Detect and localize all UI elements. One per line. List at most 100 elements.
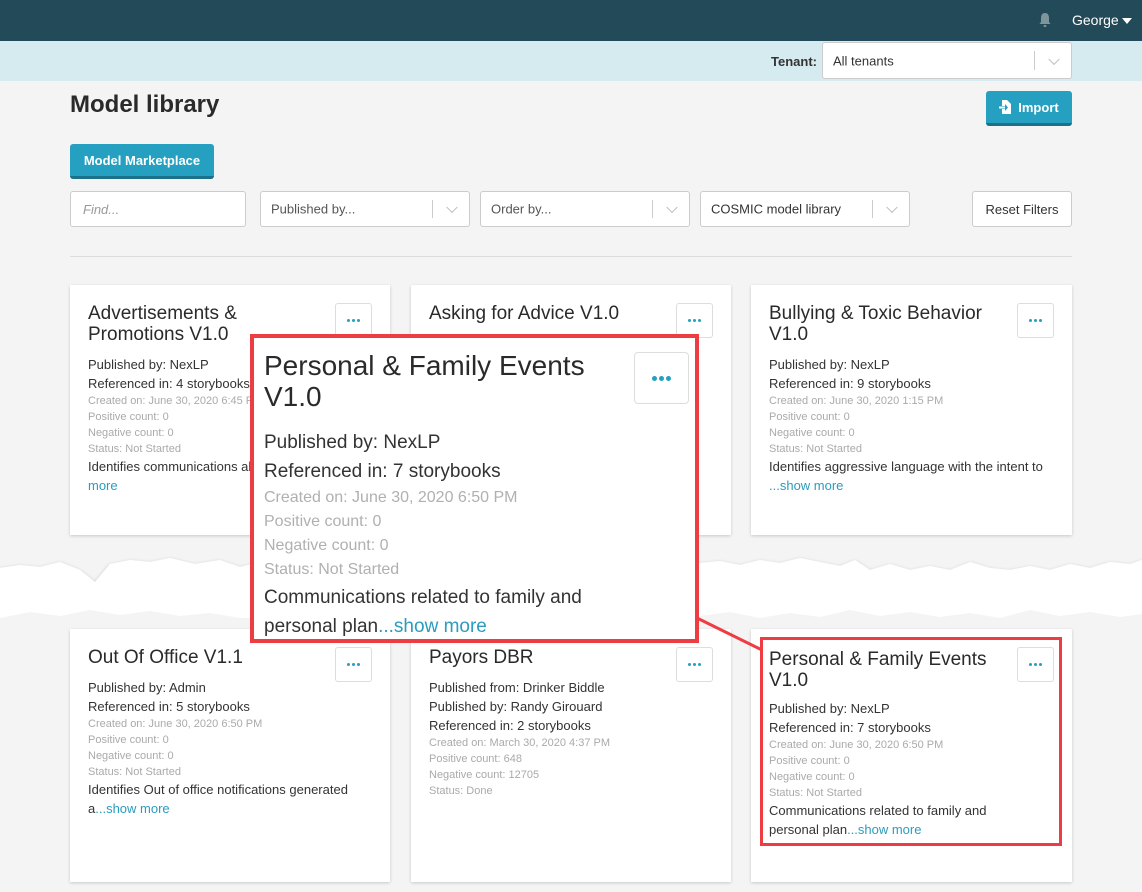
select-separator xyxy=(872,200,873,218)
import-file-icon xyxy=(999,100,1012,114)
reset-filters-label: Reset Filters xyxy=(985,201,1059,217)
library-select[interactable]: COSMIC model library xyxy=(700,191,910,227)
model-card-details: Published by: Admin Referenced in: 5 sto… xyxy=(88,678,378,818)
model-card-title: Out Of Office V1.1 xyxy=(88,647,243,668)
ellipsis-icon xyxy=(652,375,671,381)
tenant-label: Tenant: xyxy=(771,54,817,69)
caret-down-icon xyxy=(1121,18,1132,25)
published-by-value: Published by... xyxy=(271,201,356,217)
chevron-down-icon xyxy=(1048,53,1060,65)
negative-count: Negative count: 12705 xyxy=(429,769,540,781)
published-by: Published by: NexLP xyxy=(769,357,890,372)
more-options-button[interactable] xyxy=(335,303,372,338)
referenced-in: Referenced in: 7 storybooks xyxy=(264,461,501,482)
select-separator xyxy=(652,200,653,218)
more-options-button[interactable] xyxy=(676,647,713,682)
positive-count: Positive count: 0 xyxy=(264,513,382,530)
negative-count: Negative count: 0 xyxy=(769,771,855,783)
status: Status: Not Started xyxy=(769,443,862,455)
negative-count: Negative count: 0 xyxy=(769,427,855,439)
positive-count: Positive count: 0 xyxy=(769,755,850,767)
more-options-button[interactable] xyxy=(676,303,713,338)
chevron-down-icon xyxy=(886,201,898,214)
published-from: Published from: Drinker Biddle xyxy=(429,680,605,695)
ellipsis-icon xyxy=(1029,663,1042,666)
published-by-select[interactable]: Published by... xyxy=(260,191,470,227)
model-card-title: Bullying & Toxic Behavior V1.0 xyxy=(769,303,982,345)
find-input[interactable] xyxy=(70,191,246,227)
callout-details: Published by: NexLP Referenced in: 7 sto… xyxy=(264,428,624,641)
ellipsis-icon xyxy=(347,319,360,322)
ellipsis-icon xyxy=(1029,319,1042,322)
model-marketplace-button[interactable]: Model Marketplace xyxy=(70,144,214,179)
bell-icon[interactable] xyxy=(1038,12,1052,28)
more-options-button[interactable] xyxy=(634,352,689,404)
model-card[interactable]: Out Of Office V1.1 Published by: Admin R… xyxy=(70,629,390,882)
model-card-details: Published by: NexLP Referenced in: 7 sto… xyxy=(769,699,1059,839)
status: Status: Not Started xyxy=(88,766,181,778)
model-card-title: Personal & Family Events V1.0 xyxy=(769,649,987,691)
more-options-button[interactable] xyxy=(335,647,372,682)
callout-title: Personal & Family Events V1.0 xyxy=(264,350,585,412)
model-card[interactable]: Bullying & Toxic Behavior V1.0 Published… xyxy=(751,285,1072,535)
model-card-details: Published from: Drinker Biddle Published… xyxy=(429,678,719,799)
referenced-in: Referenced in: 7 storybooks xyxy=(769,720,931,735)
created-on: Created on: June 30, 2020 6:50 PM xyxy=(264,489,518,506)
status: Status: Not Started xyxy=(264,561,400,578)
select-separator xyxy=(432,200,433,218)
published-by: Published by: Admin xyxy=(88,680,206,695)
import-button[interactable]: Import xyxy=(986,91,1072,126)
ellipsis-icon xyxy=(688,319,701,322)
magnified-callout: Personal & Family Events V1.0 Published … xyxy=(250,334,699,643)
negative-count: Negative count: 0 xyxy=(88,750,174,762)
published-by: Published by: NexLP xyxy=(769,701,890,716)
model-card[interactable]: Personal & Family Events V1.0 Published … xyxy=(751,629,1072,882)
model-card-details: Published by: NexLP Referenced in: 9 sto… xyxy=(769,355,1059,495)
description: Communications related to family and per… xyxy=(264,587,582,637)
ellipsis-icon xyxy=(347,663,360,666)
order-by-select[interactable]: Order by... xyxy=(480,191,690,227)
model-marketplace-label: Model Marketplace xyxy=(83,152,201,168)
library-value: COSMIC model library xyxy=(711,201,842,217)
tenant-select[interactable]: All tenants xyxy=(822,42,1072,79)
show-more-link[interactable]: ...show more xyxy=(378,616,487,637)
divider xyxy=(70,256,1072,257)
import-label: Import xyxy=(1018,99,1059,115)
created-on: Created on: March 30, 2020 4:37 PM xyxy=(429,737,610,749)
positive-count: Positive count: 0 xyxy=(88,734,169,746)
reset-filters-button[interactable]: Reset Filters xyxy=(972,191,1072,227)
description: Communications related to family and per… xyxy=(769,803,987,837)
top-navigation-bar: George xyxy=(0,0,1142,41)
order-by-value: Order by... xyxy=(491,201,552,217)
model-card-title: Asking for Advice V1.0 xyxy=(429,303,620,324)
created-on: Created on: June 30, 2020 1:15 PM xyxy=(769,395,944,407)
show-more-link[interactable]: ...show more xyxy=(769,478,843,493)
referenced-in: Referenced in: 5 storybooks xyxy=(88,699,250,714)
description: Identifies Out of office notifications g… xyxy=(88,782,348,816)
select-separator xyxy=(1034,51,1035,70)
chevron-down-icon xyxy=(666,201,678,214)
show-more-link[interactable]: ...show more xyxy=(847,822,921,837)
model-card-title: Payors DBR xyxy=(429,647,534,668)
user-name: George xyxy=(1072,12,1119,28)
referenced-in: Referenced in: 9 storybooks xyxy=(769,376,931,391)
tenant-select-value: All tenants xyxy=(833,53,894,68)
status: Status: Not Started xyxy=(769,787,862,799)
positive-count: Positive count: 648 xyxy=(429,753,522,765)
published-by: Published by: NexLP xyxy=(264,432,441,453)
user-menu[interactable]: George xyxy=(1072,12,1132,28)
tenant-bar: Tenant: All tenants xyxy=(0,41,1142,81)
more-options-button[interactable] xyxy=(1017,647,1054,682)
created-on: Created on: June 30, 2020 6:50 PM xyxy=(88,718,263,730)
status: Status: Done xyxy=(429,785,493,797)
ellipsis-icon xyxy=(688,663,701,666)
published-by: Published by: Randy Girouard xyxy=(429,699,603,714)
created-on: Created on: June 30, 2020 6:50 PM xyxy=(769,739,944,751)
more-options-button[interactable] xyxy=(1017,303,1054,338)
positive-count: Positive count: 0 xyxy=(769,411,850,423)
referenced-in: Referenced in: 2 storybooks xyxy=(429,718,591,733)
model-card[interactable]: Payors DBR Published from: Drinker Biddl… xyxy=(411,629,731,882)
show-more-link[interactable]: ...show more xyxy=(95,801,169,816)
negative-count: Negative count: 0 xyxy=(264,537,389,554)
page-title: Model library xyxy=(70,91,220,118)
